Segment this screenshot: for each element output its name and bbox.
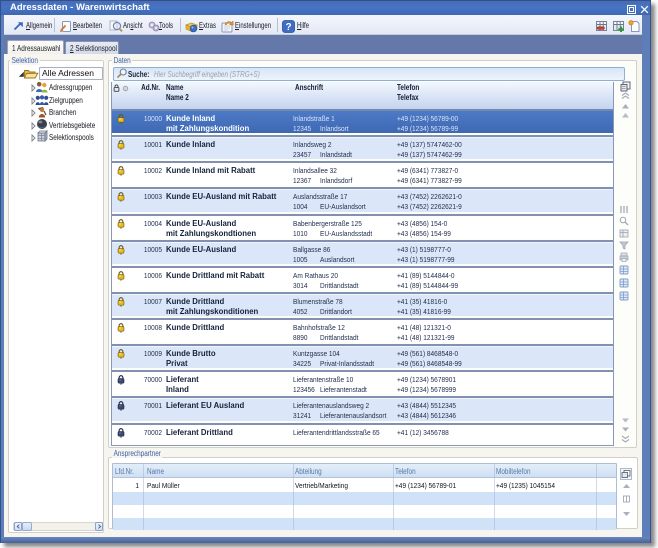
svg-text:?: ? — [285, 22, 291, 33]
